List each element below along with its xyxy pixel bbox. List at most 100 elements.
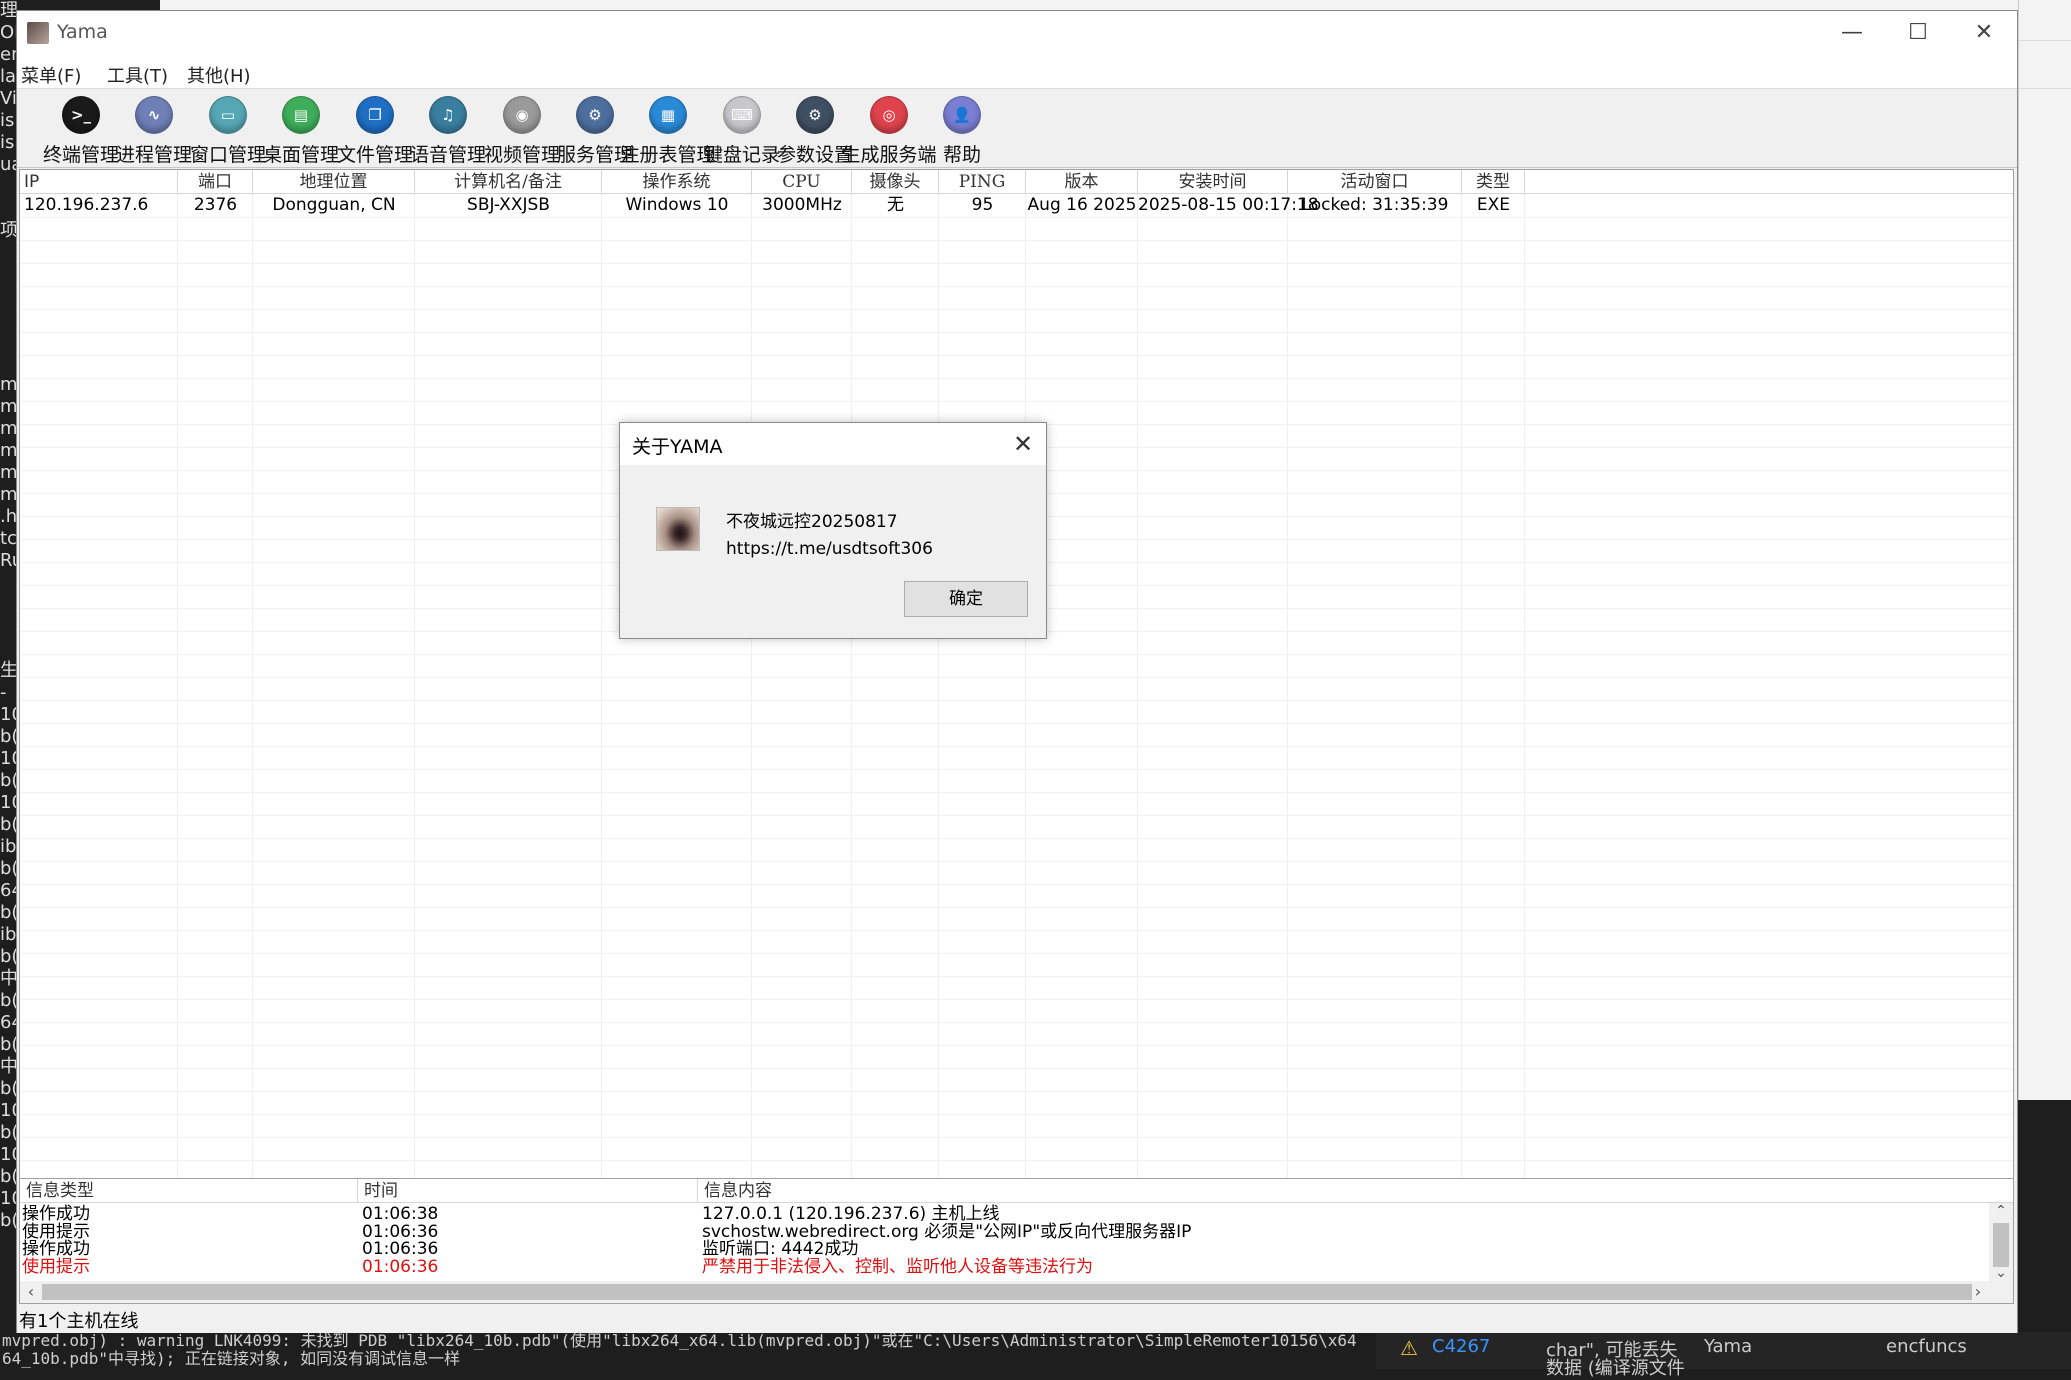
grid-line: [601, 194, 602, 1183]
process-icon: ∿: [135, 96, 173, 134]
scroll-down-icon[interactable]: ⌄: [1989, 1265, 2013, 1281]
menu-other[interactable]: 其他(H): [187, 62, 251, 88]
grid-line: [20, 240, 2013, 241]
scroll-left-icon[interactable]: ‹: [20, 1281, 42, 1303]
log-vertical-scrollbar[interactable]: ⌃ ⌄: [1989, 1203, 2013, 1281]
grid-line: [20, 792, 2013, 793]
host-cell: Windows 10: [625, 195, 729, 215]
grid-line: [1287, 194, 1288, 1183]
grid-line: [20, 930, 2013, 931]
column-header[interactable]: 类型: [1462, 170, 1525, 194]
grid-line: [20, 1068, 2013, 1069]
background-error-list: ⚠ C4267 char", 可能丢失 数据 (编译源文件 Yama encfu…: [1376, 1332, 2071, 1379]
grid-line: [20, 838, 2013, 839]
dialog-close-icon[interactable]: ✕: [1000, 423, 1046, 465]
log-type: 使用提示: [22, 1256, 90, 1277]
grid-line: [851, 194, 852, 1183]
host-cell: 3000MHz: [762, 195, 842, 215]
dialog-title: 关于YAMA: [632, 436, 723, 458]
app-icon: [27, 22, 49, 44]
desktop-icon: ▤: [282, 96, 320, 134]
close-button[interactable]: ✕: [1951, 11, 2017, 55]
log-horizontal-scrollbar[interactable]: ‹ ›: [20, 1281, 2013, 1303]
minimize-button[interactable]: —: [1819, 11, 1885, 55]
log-time: 01:06:36: [362, 1256, 439, 1277]
column-header[interactable]: PING: [939, 170, 1026, 194]
scroll-thumb-horizontal[interactable]: [42, 1284, 1972, 1300]
grid-line: [20, 1114, 2013, 1115]
log-content: 严禁用于非法侵入、控制、监听他人设备等违法行为: [702, 1256, 1093, 1277]
grid-line: [252, 194, 253, 1183]
column-header[interactable]: CPU: [752, 170, 852, 194]
registry-icon: ▦: [649, 96, 687, 134]
grid-line: [1025, 194, 1026, 1183]
grid-line: [20, 332, 2013, 333]
host-row[interactable]: 120.196.237.6 2376 Dongguan, CN SBJ-XXJSB Wi…: [20, 194, 2013, 217]
toolbar: >_ 终端管理 ∿ 进程管理 ▭ 窗口管理 ▤ 桌面管理 ❐ 文件管理 ♫ 语音管理 ◉ 视频管理 ⚙ 服务管…: [17, 90, 2017, 168]
column-header[interactable]: 操作系统: [602, 170, 752, 194]
grid-line: [1137, 194, 1138, 1183]
column-header[interactable]: 端口: [178, 170, 253, 194]
grid-line: [20, 884, 2013, 885]
file-icon: ❐: [356, 96, 394, 134]
grid-line: [20, 286, 2013, 287]
column-header[interactable]: 摄像头: [852, 170, 939, 194]
title-bar[interactable]: Yama — ☐ ✕: [17, 11, 2017, 55]
host-cell: Dongguan, CN: [272, 195, 396, 215]
host-cell: 无: [887, 195, 904, 215]
column-header[interactable]: 计算机名/备注: [415, 170, 602, 194]
grid-line: [20, 217, 2013, 218]
column-header[interactable]: 活动窗口: [1288, 170, 1462, 194]
help-icon: 👤: [943, 96, 981, 134]
window-title: Yama: [57, 21, 108, 43]
grid-line: [20, 976, 2013, 977]
menu-file[interactable]: 菜单(F): [21, 62, 81, 88]
grid-line: [20, 953, 2013, 954]
log-column-header[interactable]: 信息类型: [20, 1179, 358, 1203]
grid-line: [938, 194, 939, 1183]
column-header[interactable]: 地理位置: [253, 170, 415, 194]
window-icon: ▭: [209, 96, 247, 134]
menu-tools[interactable]: 工具(T): [107, 62, 168, 88]
service-gear-icon: ⚙: [576, 96, 614, 134]
ok-button[interactable]: 确定: [904, 581, 1028, 617]
column-header[interactable]: 安装时间: [1138, 170, 1288, 194]
dialog-title-bar[interactable]: 关于YAMA ✕: [620, 423, 1046, 465]
scroll-thumb[interactable]: [1993, 1223, 2009, 1267]
grid-line: [1524, 194, 1525, 1183]
grid-line: [20, 861, 2013, 862]
host-cell: 2025-08-15 00:17:18: [1138, 195, 1319, 215]
grid-line: [20, 401, 2013, 402]
output-line: 64_10b.pdb"中寻找); 正在链接对象, 如同没有调试信息一样: [2, 1350, 461, 1368]
error-file: encfuncs: [1886, 1336, 1967, 1357]
scroll-right-icon[interactable]: ›: [1967, 1281, 1989, 1303]
grid-line: [20, 263, 2013, 264]
background-ide-panel: [2018, 0, 2071, 1100]
grid-line: [751, 194, 752, 1183]
grid-line: [20, 1022, 2013, 1023]
grid-line: [20, 907, 2013, 908]
maximize-button[interactable]: ☐: [1885, 11, 1951, 55]
log-panel[interactable]: 信息类型 时间 信息内容 操作成功 01:06:38 127.0.0.1 (120.19…: [19, 1178, 2014, 1304]
error-code[interactable]: C4267: [1432, 1336, 1490, 1357]
online-count-status: 有1个主机在线: [19, 1311, 139, 1332]
log-row[interactable]: 使用提示 01:06:36 严禁用于非法侵入、控制、监听他人设备等违法行为: [20, 1256, 1985, 1279]
column-header[interactable]: 版本: [1026, 170, 1138, 194]
log-column-header[interactable]: 信息内容: [698, 1179, 2013, 1203]
grid-line: [20, 1137, 2013, 1138]
column-header[interactable]: IP: [20, 170, 178, 194]
toolbar-button-help[interactable]: 👤 帮助: [914, 92, 1010, 168]
eye-logo-icon: [656, 507, 700, 551]
build-server-icon: ◎: [870, 96, 908, 134]
dialog-version-text: 不夜城远控20250817: [726, 512, 898, 532]
grid-line: [20, 700, 2013, 701]
terminal-icon: >_: [62, 96, 100, 134]
host-list[interactable]: IP 端口 地理位置 计算机名/备注 操作系统 CPU 摄像头 PING 版本 安装时间 活动窗口类…: [19, 169, 2014, 1184]
grid-line: [1461, 194, 1462, 1183]
log-column-header[interactable]: 时间: [358, 1179, 698, 1203]
host-cell: 95: [971, 195, 994, 215]
scroll-up-icon[interactable]: ⌃: [1989, 1203, 2013, 1219]
camera-icon: ◉: [503, 96, 541, 134]
grid-line: [20, 746, 2013, 747]
audio-icon: ♫: [429, 96, 467, 134]
